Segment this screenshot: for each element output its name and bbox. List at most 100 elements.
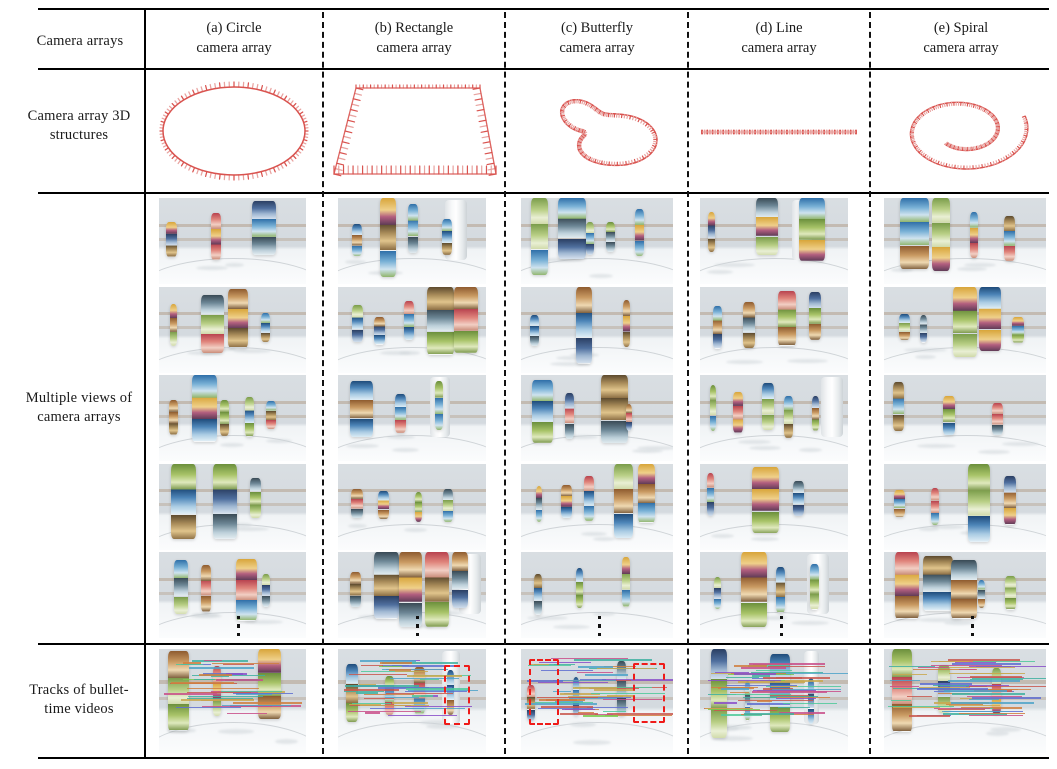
image-pillar: [424, 552, 450, 627]
row-label-structures: Camera array 3D structures: [14, 98, 144, 154]
track-view-d: [700, 649, 848, 753]
motion-track-streak: [753, 689, 816, 692]
image-pillar: [922, 555, 954, 611]
row-label-tracks-line1: Tracks of bullet-: [29, 681, 129, 698]
floor-shadow: [192, 613, 219, 617]
camera-array-structure-spiral: [876, 74, 1048, 188]
motion-track-streak: [743, 713, 794, 715]
motion-track-streak: [767, 665, 825, 667]
scene-view-e-1: [884, 198, 1046, 284]
floor-shadow: [904, 347, 947, 352]
motion-track-streak: [343, 690, 384, 692]
image-pillar: [812, 396, 819, 431]
image-pillar: [435, 381, 443, 430]
scene-view-a-1: [159, 198, 306, 284]
ellipsis-column-a: [236, 616, 241, 636]
floor-shadow: [637, 446, 673, 450]
floor-shadow: [915, 354, 936, 359]
wall-rail: [159, 414, 306, 418]
scene-view-b-3: [338, 375, 486, 461]
motion-track-streak: [908, 715, 951, 717]
image-pillar: [775, 567, 786, 613]
wall-rail: [700, 326, 848, 330]
floor-shadow: [1002, 442, 1039, 446]
image-pillar: [752, 467, 780, 534]
motion-track-streak: [737, 681, 805, 683]
highlight-box-c-2: [633, 663, 665, 723]
motion-track-streak: [175, 706, 242, 709]
floor-arc: [159, 258, 306, 284]
motion-track-streak: [170, 682, 235, 684]
image-pillar: [169, 304, 177, 347]
image-pillar: [585, 222, 595, 255]
image-pillar: [266, 401, 277, 430]
floor-arc: [521, 346, 673, 373]
scene-view-a-3: [159, 375, 306, 461]
motion-track-streak: [959, 713, 1026, 715]
image-pillar: [210, 213, 221, 260]
wall-rail: [521, 577, 673, 581]
image-pillar: [709, 384, 717, 432]
motion-track-streak: [968, 666, 1046, 668]
floor-shadow: [573, 740, 611, 745]
image-pillar: [784, 395, 793, 438]
motion-track-streak: [574, 659, 653, 661]
image-pillar: [350, 572, 361, 608]
motion-track-streak: [932, 684, 970, 687]
floor-shadow: [346, 444, 379, 448]
wall-rail: [521, 312, 673, 316]
motion-track-streak: [411, 695, 434, 697]
image-pillar: [600, 375, 629, 444]
floor-shadow: [244, 620, 283, 624]
image-pillar: [531, 380, 553, 444]
floor-shadow: [275, 739, 298, 744]
motion-track-streak: [720, 688, 749, 690]
wall-rail: [884, 489, 1046, 493]
motion-track-streak: [973, 673, 1025, 675]
image-pillar: [212, 463, 237, 539]
image-pillar: [408, 203, 419, 254]
scene-view-c-3: [521, 375, 673, 461]
floor-shadow: [714, 263, 755, 267]
motion-track-streak: [360, 665, 383, 667]
image-pillar: [352, 305, 364, 342]
image-pillar: [166, 222, 178, 257]
motion-track-streak: [176, 663, 204, 665]
motion-track-streak: [713, 702, 737, 704]
image-pillar: [173, 559, 189, 615]
motion-track-streak: [726, 684, 797, 686]
image-pillar: [951, 560, 978, 619]
image-pillar: [441, 218, 452, 256]
image-pillar: [625, 404, 633, 432]
column-header-a-line2: camera array: [196, 40, 272, 56]
motion-track-streak: [359, 704, 429, 707]
row-label-structures-line2: structures: [49, 127, 109, 143]
motion-track-streak: [890, 679, 921, 681]
motion-track-streak: [577, 671, 614, 673]
camera-array-structure-rectangle: [330, 74, 500, 188]
image-pillar: [403, 301, 415, 341]
image-pillar: [200, 564, 211, 612]
motion-track-streak: [891, 699, 911, 702]
motion-track-streak: [969, 685, 1046, 687]
highlight-box-b-1: [444, 665, 470, 725]
wall-rail: [159, 237, 306, 241]
image-pillar: [220, 400, 229, 436]
column-header-a-line1: (a) Circle: [206, 20, 262, 37]
column-header-e-line2: camera array: [923, 40, 999, 56]
column-header-b-line1: (b) Rectangle: [374, 20, 454, 37]
wall-rail: [521, 591, 673, 595]
column-header-c-line2: camera array: [559, 40, 635, 56]
motion-track-streak: [164, 693, 218, 695]
image-pillar: [992, 403, 1003, 436]
row-label-structures-line1: Camera array 3D: [27, 107, 131, 124]
motion-track-streak: [603, 710, 627, 712]
image-pillar: [379, 198, 396, 277]
image-pillar: [614, 463, 633, 539]
image-pillar: [245, 397, 254, 437]
scene-view-e-5: [884, 552, 1046, 638]
floor-shadow: [711, 533, 734, 538]
motion-track-streak: [741, 667, 787, 669]
wall-rail: [884, 414, 1046, 418]
image-pillar: [623, 300, 631, 348]
